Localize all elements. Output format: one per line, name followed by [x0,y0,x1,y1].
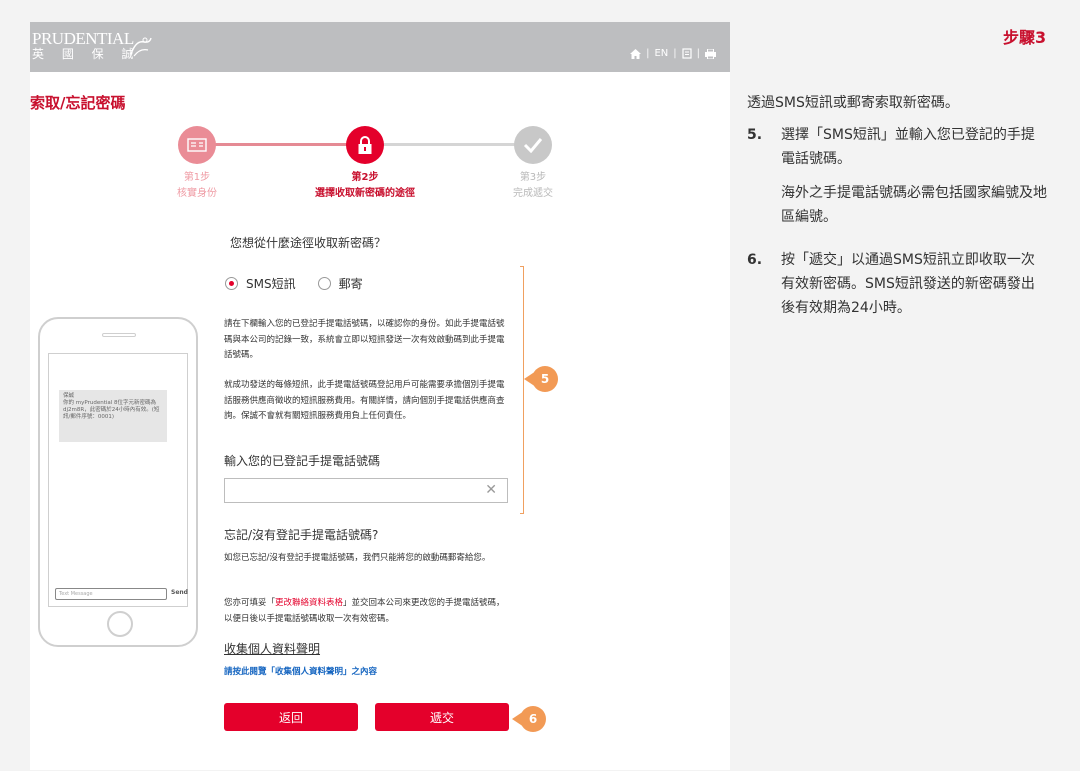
step-3-text: 完成遞交 [513,188,553,199]
change-contact-form-link[interactable]: 更改聯絡資料表格 [275,598,343,608]
id-card-icon [187,138,207,152]
pics-link[interactable]: 請按此閱覽「收集個人資料聲明」之內容 [224,665,377,677]
language-toggle[interactable]: EN [654,48,668,59]
option-sms[interactable]: SMS短訊 [225,275,296,292]
phone-illustration: 保誠 你的 myPrudential 8位字元新密碼為 dj2m8R，此密碼於2… [38,317,198,647]
instruction-5-number: 5. [747,127,763,143]
step-title: 步驟3 [1003,28,1047,47]
option-mail[interactable]: 郵寄 [317,275,363,292]
step-connector-2 [365,143,533,146]
callout-6-number: 6 [520,706,546,732]
lock-icon [358,136,372,154]
divider: | [646,48,650,59]
logo-text-zh: 英 國 保 誠 [32,47,141,61]
font-size-icon[interactable] [682,48,692,59]
step-intro: 透過SMS短訊或郵寄索取新密碼。 [747,95,959,111]
sms-instruction-text: 請在下欄輸入您的已登記手提電話號碼，以確認你的身份。如此手提電話號碼與本公司的記… [224,319,505,360]
step-3-num: 第3步 [519,172,547,183]
instruction-5-text: 選擇「SMS短訊」並輸入您已登記的手提電話號碼。 [781,127,1035,167]
top-bar: PRUDENTIAL 英 國 保 誠 | EN | | [30,22,730,72]
forgot-phone-text: 如您已忘記/沒有登記手提電話號碼，我們只能將您的啟動碼郵寄給您。 [224,553,491,563]
prudence-emblem-icon [130,37,152,57]
step-1-label: 第1步核實身份 [117,170,277,202]
step-1-text: 核實身份 [177,188,217,199]
divider: | [673,48,677,59]
sms-bubble: 保誠 你的 myPrudential 8位字元新密碼為 dj2m8R，此密碼於2… [59,390,167,442]
callout-5-number: 5 [532,366,558,392]
clear-icon[interactable]: ✕ [485,482,497,498]
check-icon [523,138,543,153]
option-sms-label: SMS短訊 [246,277,296,291]
back-button[interactable]: 返回 [224,703,358,731]
phone-screen: 保誠 你的 myPrudential 8位字元新密碼為 dj2m8R，此密碼於2… [48,353,188,607]
page-title: 索取/忘記密碼 [30,94,126,112]
home-icon[interactable] [630,48,642,59]
logo-text-en: PRUDENTIAL [32,29,134,48]
delivery-options: SMS短訊 郵寄 [225,275,385,292]
step-3-label: 第3步完成遞交 [453,170,613,202]
callout-5: 5 [524,366,558,392]
radio-mail[interactable] [317,277,331,290]
step-2-circle [346,126,384,164]
divider: | [696,48,700,59]
sms-input-mock: Text Message [55,588,167,600]
screenshot-panel: PRUDENTIAL 英 國 保 誠 | EN | | 索取/忘記密碼 第1步核… [30,22,730,770]
top-icons: | EN | | [630,48,716,59]
sms-send-mock: Send [171,589,188,596]
step-2-text: 選擇收取新密碼的途徑 [315,188,415,199]
forgot-phone-heading: 忘記/沒有登記手提電話號碼? [224,528,379,542]
phone-speaker [102,333,136,337]
phone-field-label: 輸入您的已登記手提電話號碼 [224,454,381,468]
prudential-logo[interactable]: PRUDENTIAL 英 國 保 誠 [32,29,152,62]
print-icon[interactable] [705,48,716,59]
step-1-num: 第1步 [183,172,211,183]
step-2-label: 第2步選擇收取新密碼的途徑 [285,170,445,202]
option-mail-label: 郵寄 [338,277,363,291]
step-3-circle [514,126,552,164]
instruction-5: 5. 選擇「SMS短訊」並輸入您已登記的手提電話號碼。 [747,123,1047,171]
phone-home-button [107,611,133,637]
sms-fee-disclaimer: 就成功發送的每條短訊，此手提電話號碼登記用戶可能需要承擔個別手提電話服務供應商徵… [224,380,505,421]
change-contact-text: 您亦可填妥「更改聯絡資料表格」並交回本公司來更改您的手提電話號碼，以便日後以手提… [224,596,509,627]
radio-sms[interactable] [225,277,238,290]
step-connector-1 [197,143,365,146]
instruction-6-text: 按「遞交」以通過SMS短訊立即收取一次有效新密碼。SMS短訊發送的新密碼發出後有… [781,252,1035,316]
change-contact-pre: 您亦可填妥「 [224,598,276,608]
submit-button[interactable]: 遞交 [375,703,509,731]
instruction-6-number: 6. [747,252,763,268]
step-2-num: 第2步 [351,172,379,183]
phone-number-input[interactable]: ✕ [224,478,508,503]
instruction-5-note-text: 海外之手提電話號碼必需包括國家編號及地區編號。 [781,185,1047,225]
pics-heading: 收集個人資料聲明 [224,642,321,656]
instruction-6: 6. 按「遞交」以通過SMS短訊立即收取一次有效新密碼。SMS短訊發送的新密碼發… [747,248,1047,320]
callout-6: 6 [512,706,546,732]
question-heading: 您想從什麼途徑收取新密碼？ [230,236,387,250]
instruction-5-note: 海外之手提電話號碼必需包括國家編號及地區編號。 [747,181,1047,229]
step-1-circle [178,126,216,164]
